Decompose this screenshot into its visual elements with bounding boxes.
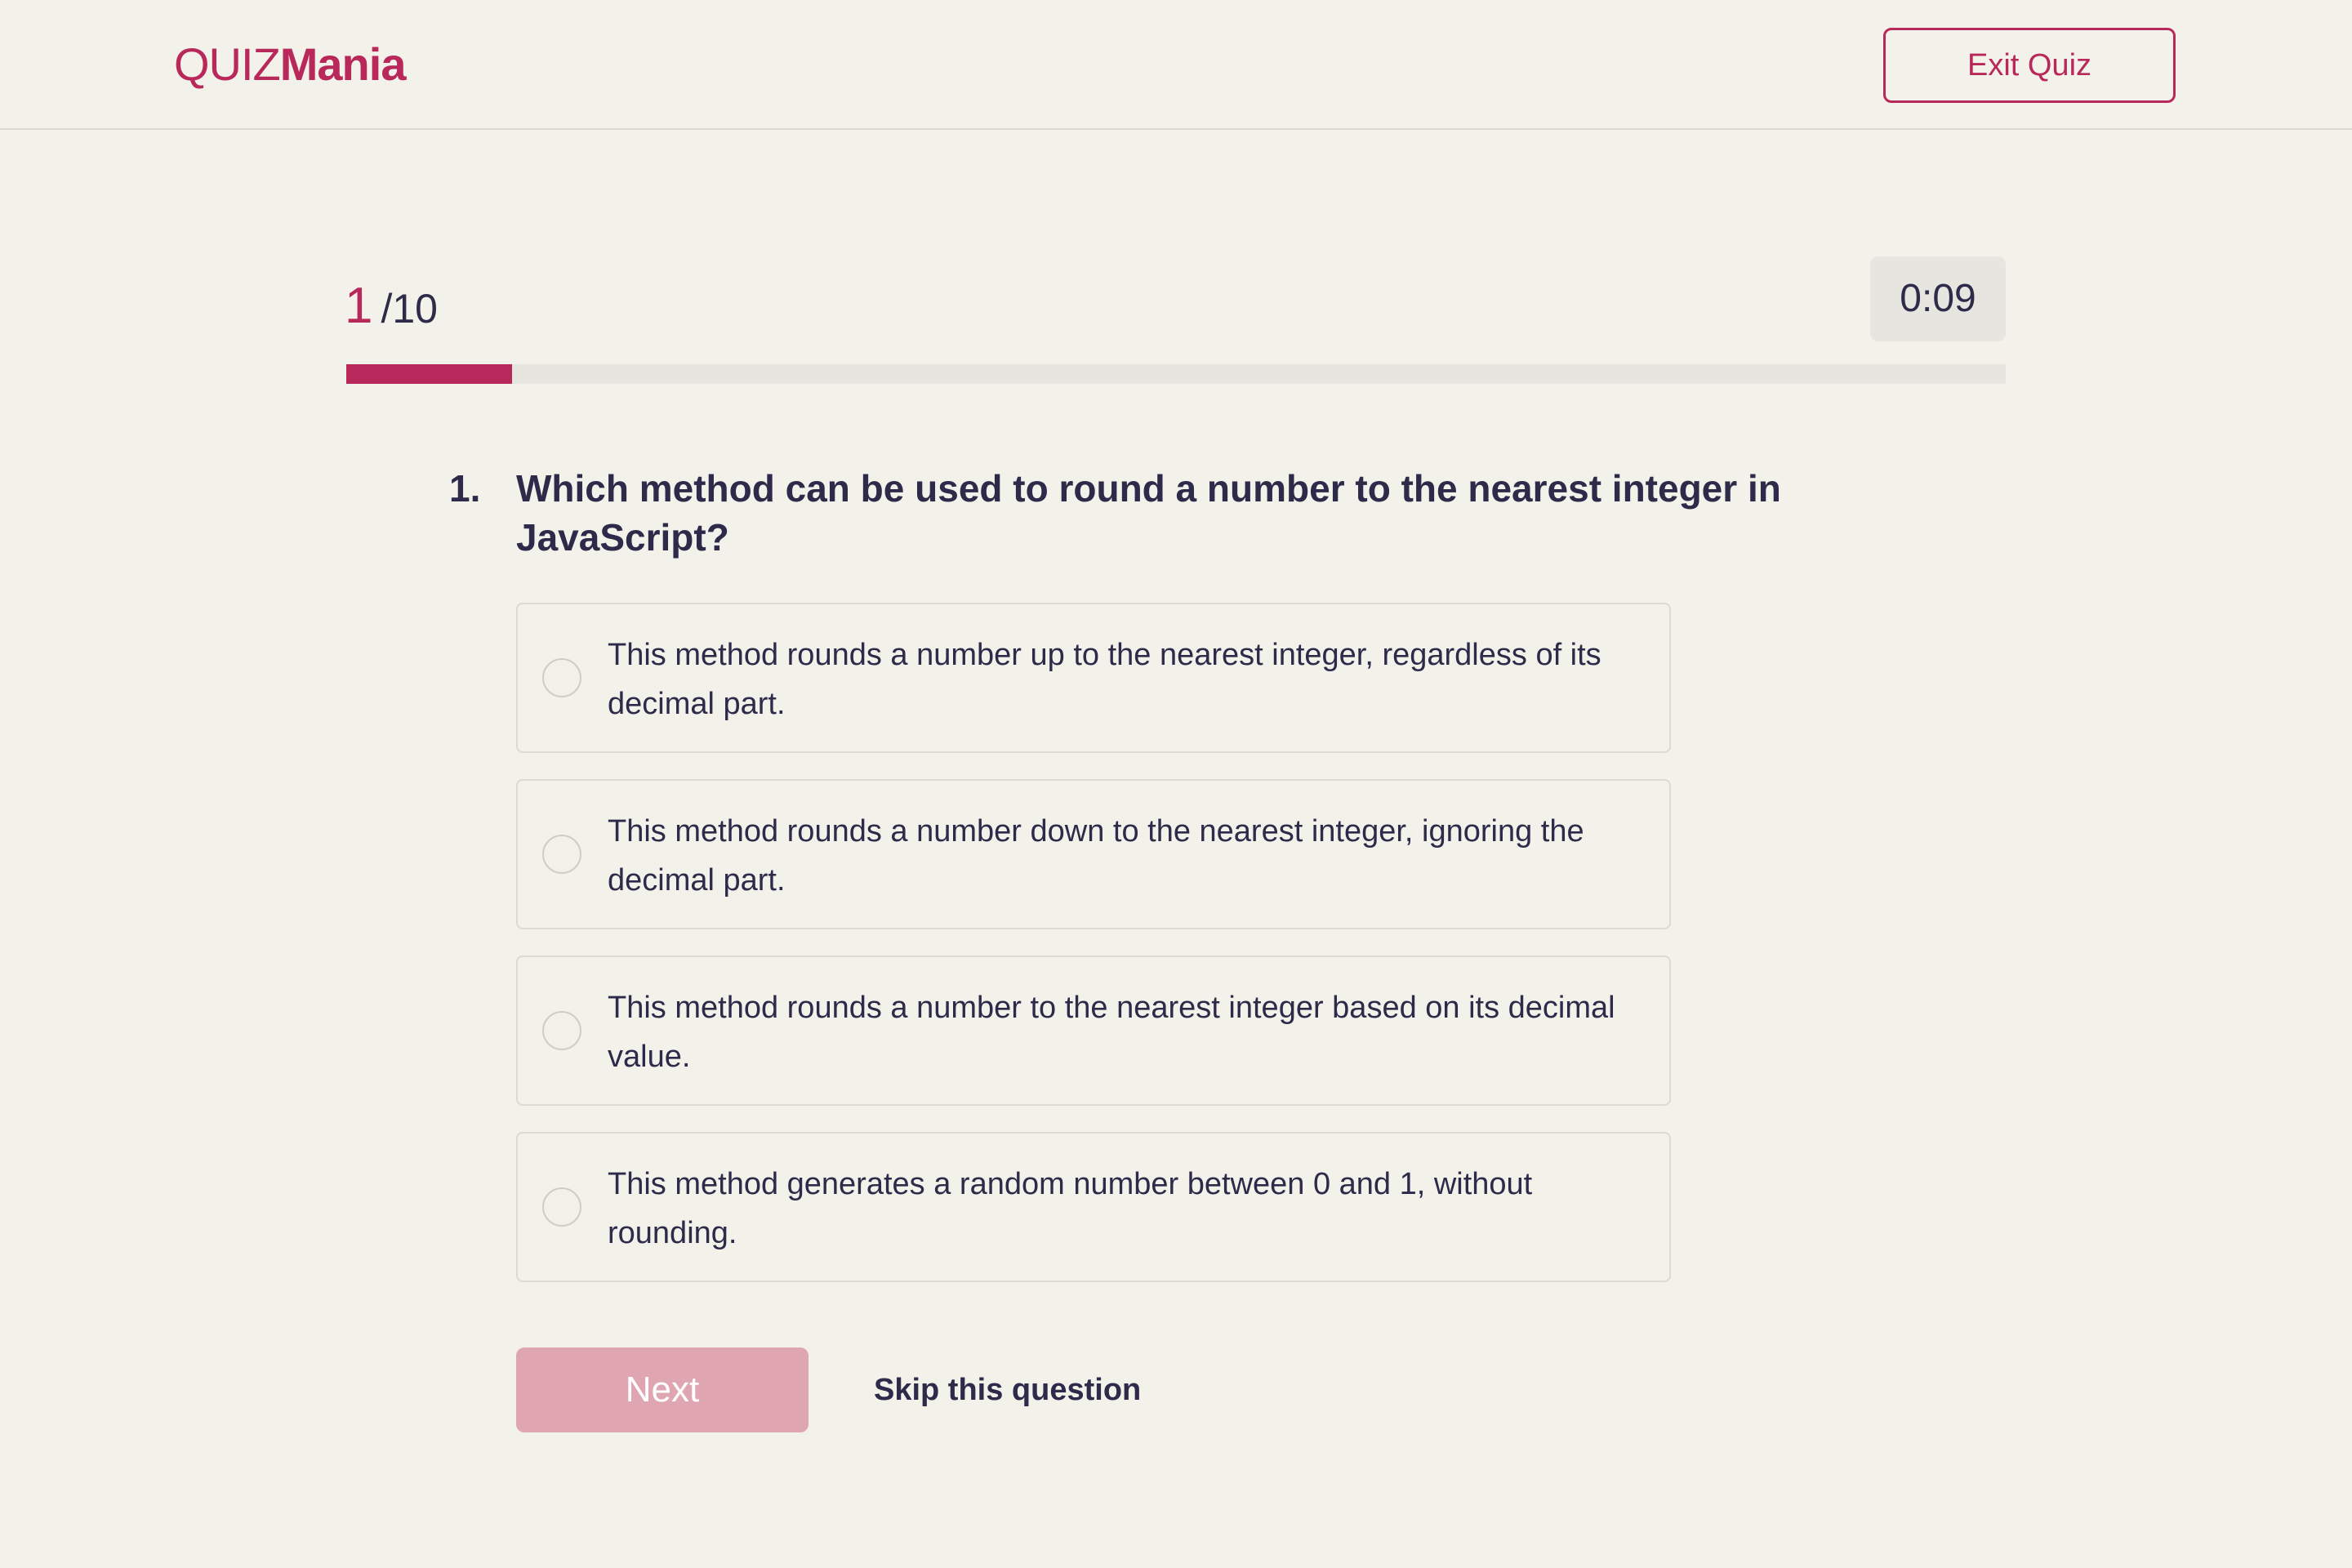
answer-option-1[interactable]: This method rounds a number up to the ne… <box>516 603 1671 753</box>
radio-button[interactable] <box>542 658 581 697</box>
logo[interactable]: QUIZMania <box>174 36 407 93</box>
radio-button[interactable] <box>542 1011 581 1050</box>
answer-option-4[interactable]: This method generates a random number be… <box>516 1132 1671 1282</box>
answer-option-text: This method rounds a number to the neare… <box>608 991 1615 1074</box>
logo-text-bold: Mania <box>279 38 407 90</box>
radio-button[interactable] <box>542 835 581 874</box>
progress-bar-fill <box>346 364 513 384</box>
app-header: QUIZMania Exit Quiz <box>0 0 2352 130</box>
answer-option-text: This method rounds a number down to the … <box>608 814 1584 898</box>
answer-option-3[interactable]: This method rounds a number to the neare… <box>516 956 1671 1106</box>
question-counter: 1/10 <box>345 278 438 335</box>
next-button[interactable]: Next <box>516 1348 808 1432</box>
radio-button[interactable] <box>542 1187 581 1227</box>
answer-option-text: This method rounds a number up to the ne… <box>608 638 1601 721</box>
skip-question-link[interactable]: Skip this question <box>874 1348 1141 1432</box>
logo-text-light: QUIZ <box>174 38 281 90</box>
exit-quiz-button[interactable]: Exit Quiz <box>1883 28 2176 103</box>
current-question-number: 1 <box>345 278 373 334</box>
total-questions: /10 <box>381 286 438 332</box>
progress-bar <box>346 364 2006 384</box>
answer-option-text: This method generates a random number be… <box>608 1167 1533 1250</box>
timer: 0:09 <box>1870 256 2006 341</box>
answer-option-2[interactable]: This method rounds a number down to the … <box>516 779 1671 929</box>
question-text: Which method can be used to round a numb… <box>516 467 1781 559</box>
question-number: 1. <box>449 467 481 510</box>
